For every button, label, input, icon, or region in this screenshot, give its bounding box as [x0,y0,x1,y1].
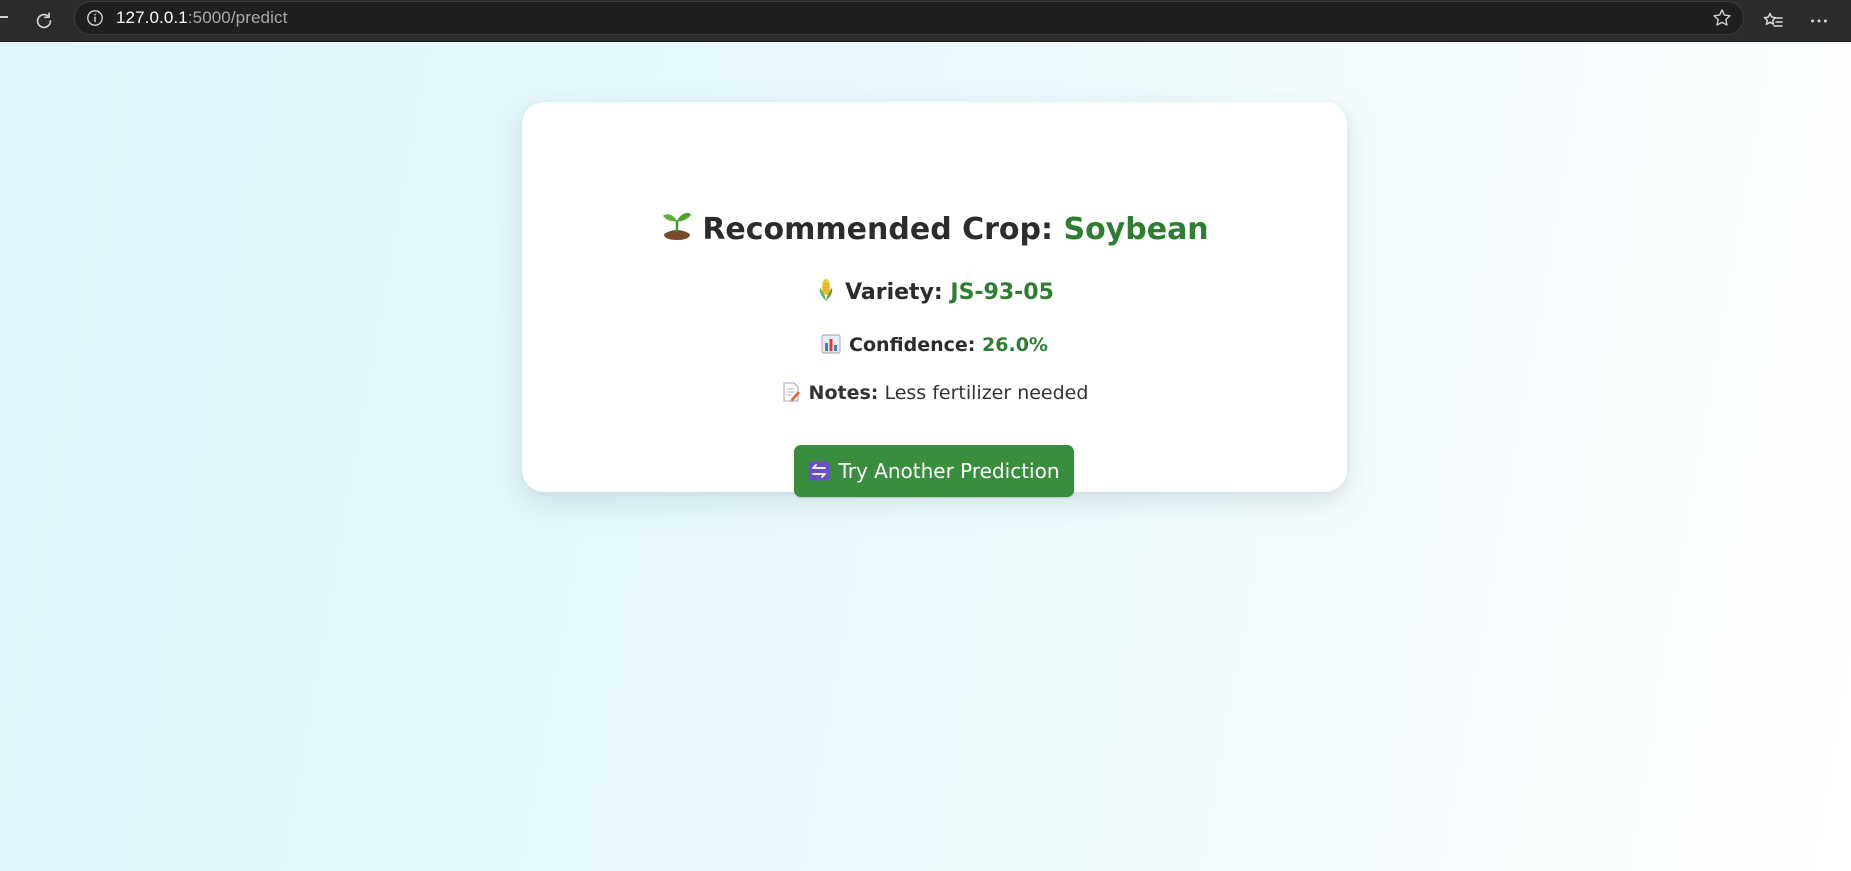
info-icon[interactable] [85,8,105,28]
variety-value: JS-93-05 [950,280,1054,305]
url-host: 127.0.0.1 [116,8,188,27]
reload-icon[interactable] [29,6,59,36]
result-card: Recommended Crop: Soybean Variety: JS-93… [522,102,1347,492]
notes-line: Notes: Less fertilizer needed [522,382,1347,403]
favorites-list-icon[interactable] [1758,6,1788,36]
corn-icon [815,278,837,302]
memo-icon [781,382,801,402]
url-path: :5000/predict [187,8,288,27]
try-another-prediction-label: Try Another Prediction [838,459,1060,483]
star-icon[interactable] [1709,5,1735,31]
confidence-label: Confidence: [849,334,976,356]
notes-value: Less fertilizer needed [884,382,1089,404]
url-text[interactable]: 127.0.0.1:5000/predict [116,8,287,28]
crop-value: Soybean [1063,212,1209,247]
back-arrow-icon[interactable] [0,16,8,18]
confidence-line: Confidence: 26.0% [522,334,1347,355]
notes-label: Notes: [808,382,879,404]
bar-chart-icon [821,334,841,354]
address-bar[interactable]: 127.0.0.1:5000/predict [74,1,1744,35]
recommended-crop-heading: Recommended Crop: Soybean [522,208,1347,245]
variety-label: Variety: [845,280,943,305]
seedling-icon [660,208,694,242]
crop-label: Recommended Crop: [702,212,1054,247]
confidence-value: 26.0% [982,334,1048,356]
variety-line: Variety: JS-93-05 [522,278,1347,304]
browser-toolbar: 127.0.0.1:5000/predict [0,0,1851,42]
more-options-icon[interactable] [1804,6,1834,36]
arrows-icon [808,461,830,481]
page-background: Recommended Crop: Soybean Variety: JS-93… [0,42,1851,871]
try-another-prediction-button[interactable]: Try Another Prediction [794,445,1074,497]
